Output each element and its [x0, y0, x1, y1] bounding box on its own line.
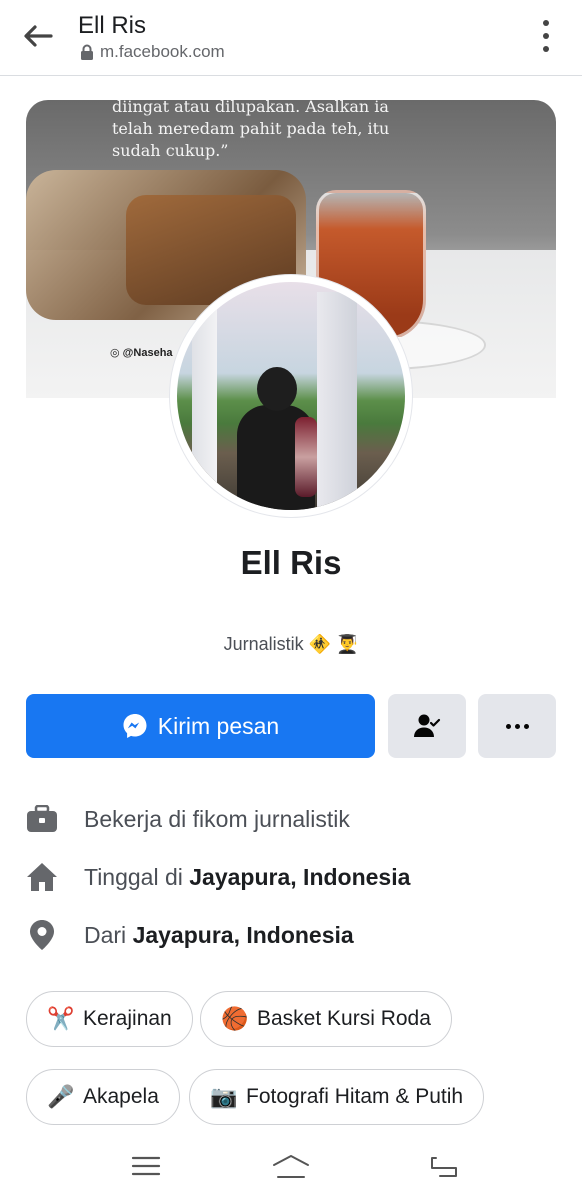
back-icon: [431, 1157, 457, 1177]
hobby-label: Kerajinan: [83, 1007, 172, 1030]
menu-icon: [131, 1156, 161, 1176]
dot: [543, 20, 549, 26]
hobby-chip[interactable]: 📷 Fotografi Hitam & Putih: [189, 1069, 485, 1125]
back-nav-button[interactable]: [424, 1148, 464, 1184]
info-from-place[interactable]: Jayapura, Indonesia: [133, 922, 354, 949]
microphone-icon: 🎤: [47, 1084, 75, 1110]
home-button[interactable]: [270, 1148, 312, 1184]
system-navigation-bar: [0, 1130, 582, 1200]
arrow-left-icon: [24, 25, 53, 47]
info-work: Bekerja di fikom jurnalistik: [26, 799, 556, 839]
hobby-label: Basket Kursi Roda: [257, 1007, 431, 1030]
url-display[interactable]: m.facebook.com: [80, 42, 225, 62]
avatar-person-head: [257, 367, 297, 411]
hobby-label: Akapela: [83, 1085, 159, 1108]
info-from-prefix: Dari: [84, 921, 133, 948]
camera-icon: 📷: [210, 1084, 238, 1110]
hobby-label: Fotografi Hitam & Putih: [246, 1085, 464, 1108]
home-icon: [26, 861, 58, 893]
info-lives: Tinggal di Jayapura, Indonesia: [26, 857, 556, 897]
info-from: Dari Jayapura, Indonesia: [26, 915, 556, 955]
cover-quote: diingat atau dilupakan. Asalkan ia telah…: [112, 100, 390, 160]
hobby-chip[interactable]: 🏀 Basket Kursi Roda: [200, 991, 452, 1047]
recent-apps-button[interactable]: [126, 1148, 166, 1184]
info-work-text: Bekerja di fikom jurnalistik: [84, 805, 350, 832]
browser-menu-button[interactable]: [536, 20, 556, 52]
instagram-icon: ◎: [110, 347, 120, 359]
profile-bio: Jurnalistik 🚸 👨‍🎓: [223, 634, 359, 654]
location-pin-icon: [26, 919, 58, 951]
home-icon: [273, 1155, 309, 1178]
url-text: m.facebook.com: [100, 42, 225, 61]
person-check-icon: [414, 714, 441, 737]
more-dots-icon: [505, 723, 529, 729]
briefcase-icon: [26, 803, 58, 835]
dot: [543, 46, 549, 52]
browser-top-bar: Ell Ris m.facebook.com: [0, 0, 582, 76]
avatar-person-bag: [295, 417, 317, 497]
lock-icon: [81, 44, 93, 60]
avatar-person: [237, 367, 317, 510]
avatar-pillar: [317, 292, 357, 510]
basketball-icon: 🏀: [221, 1006, 249, 1032]
profile-name: Ell Ris: [240, 544, 342, 581]
cover-watermark: ◎ @Naseha: [110, 346, 173, 359]
messenger-icon: [123, 714, 147, 738]
scissors-icon: ✂️: [47, 1006, 75, 1032]
send-message-button[interactable]: Kirim pesan: [26, 694, 375, 758]
profile-avatar[interactable]: [170, 275, 412, 517]
send-message-label: Kirim pesan: [157, 712, 280, 739]
more-options-button[interactable]: [478, 694, 556, 758]
dot: [543, 33, 549, 39]
info-lives-prefix: Tinggal di: [84, 863, 190, 890]
friend-status-button[interactable]: [388, 694, 466, 758]
back-button[interactable]: [18, 18, 58, 54]
avatar-pillar: [192, 282, 217, 510]
hobby-chip[interactable]: 🎤 Akapela: [26, 1069, 180, 1125]
info-lives-place[interactable]: Jayapura, Indonesia: [189, 864, 410, 891]
page-title: Ell Ris: [78, 12, 147, 39]
cover-watermark-text: @Naseha: [122, 347, 173, 359]
hobby-chip[interactable]: ✂️ Kerajinan: [26, 991, 193, 1047]
avatar-photo: [177, 282, 405, 510]
